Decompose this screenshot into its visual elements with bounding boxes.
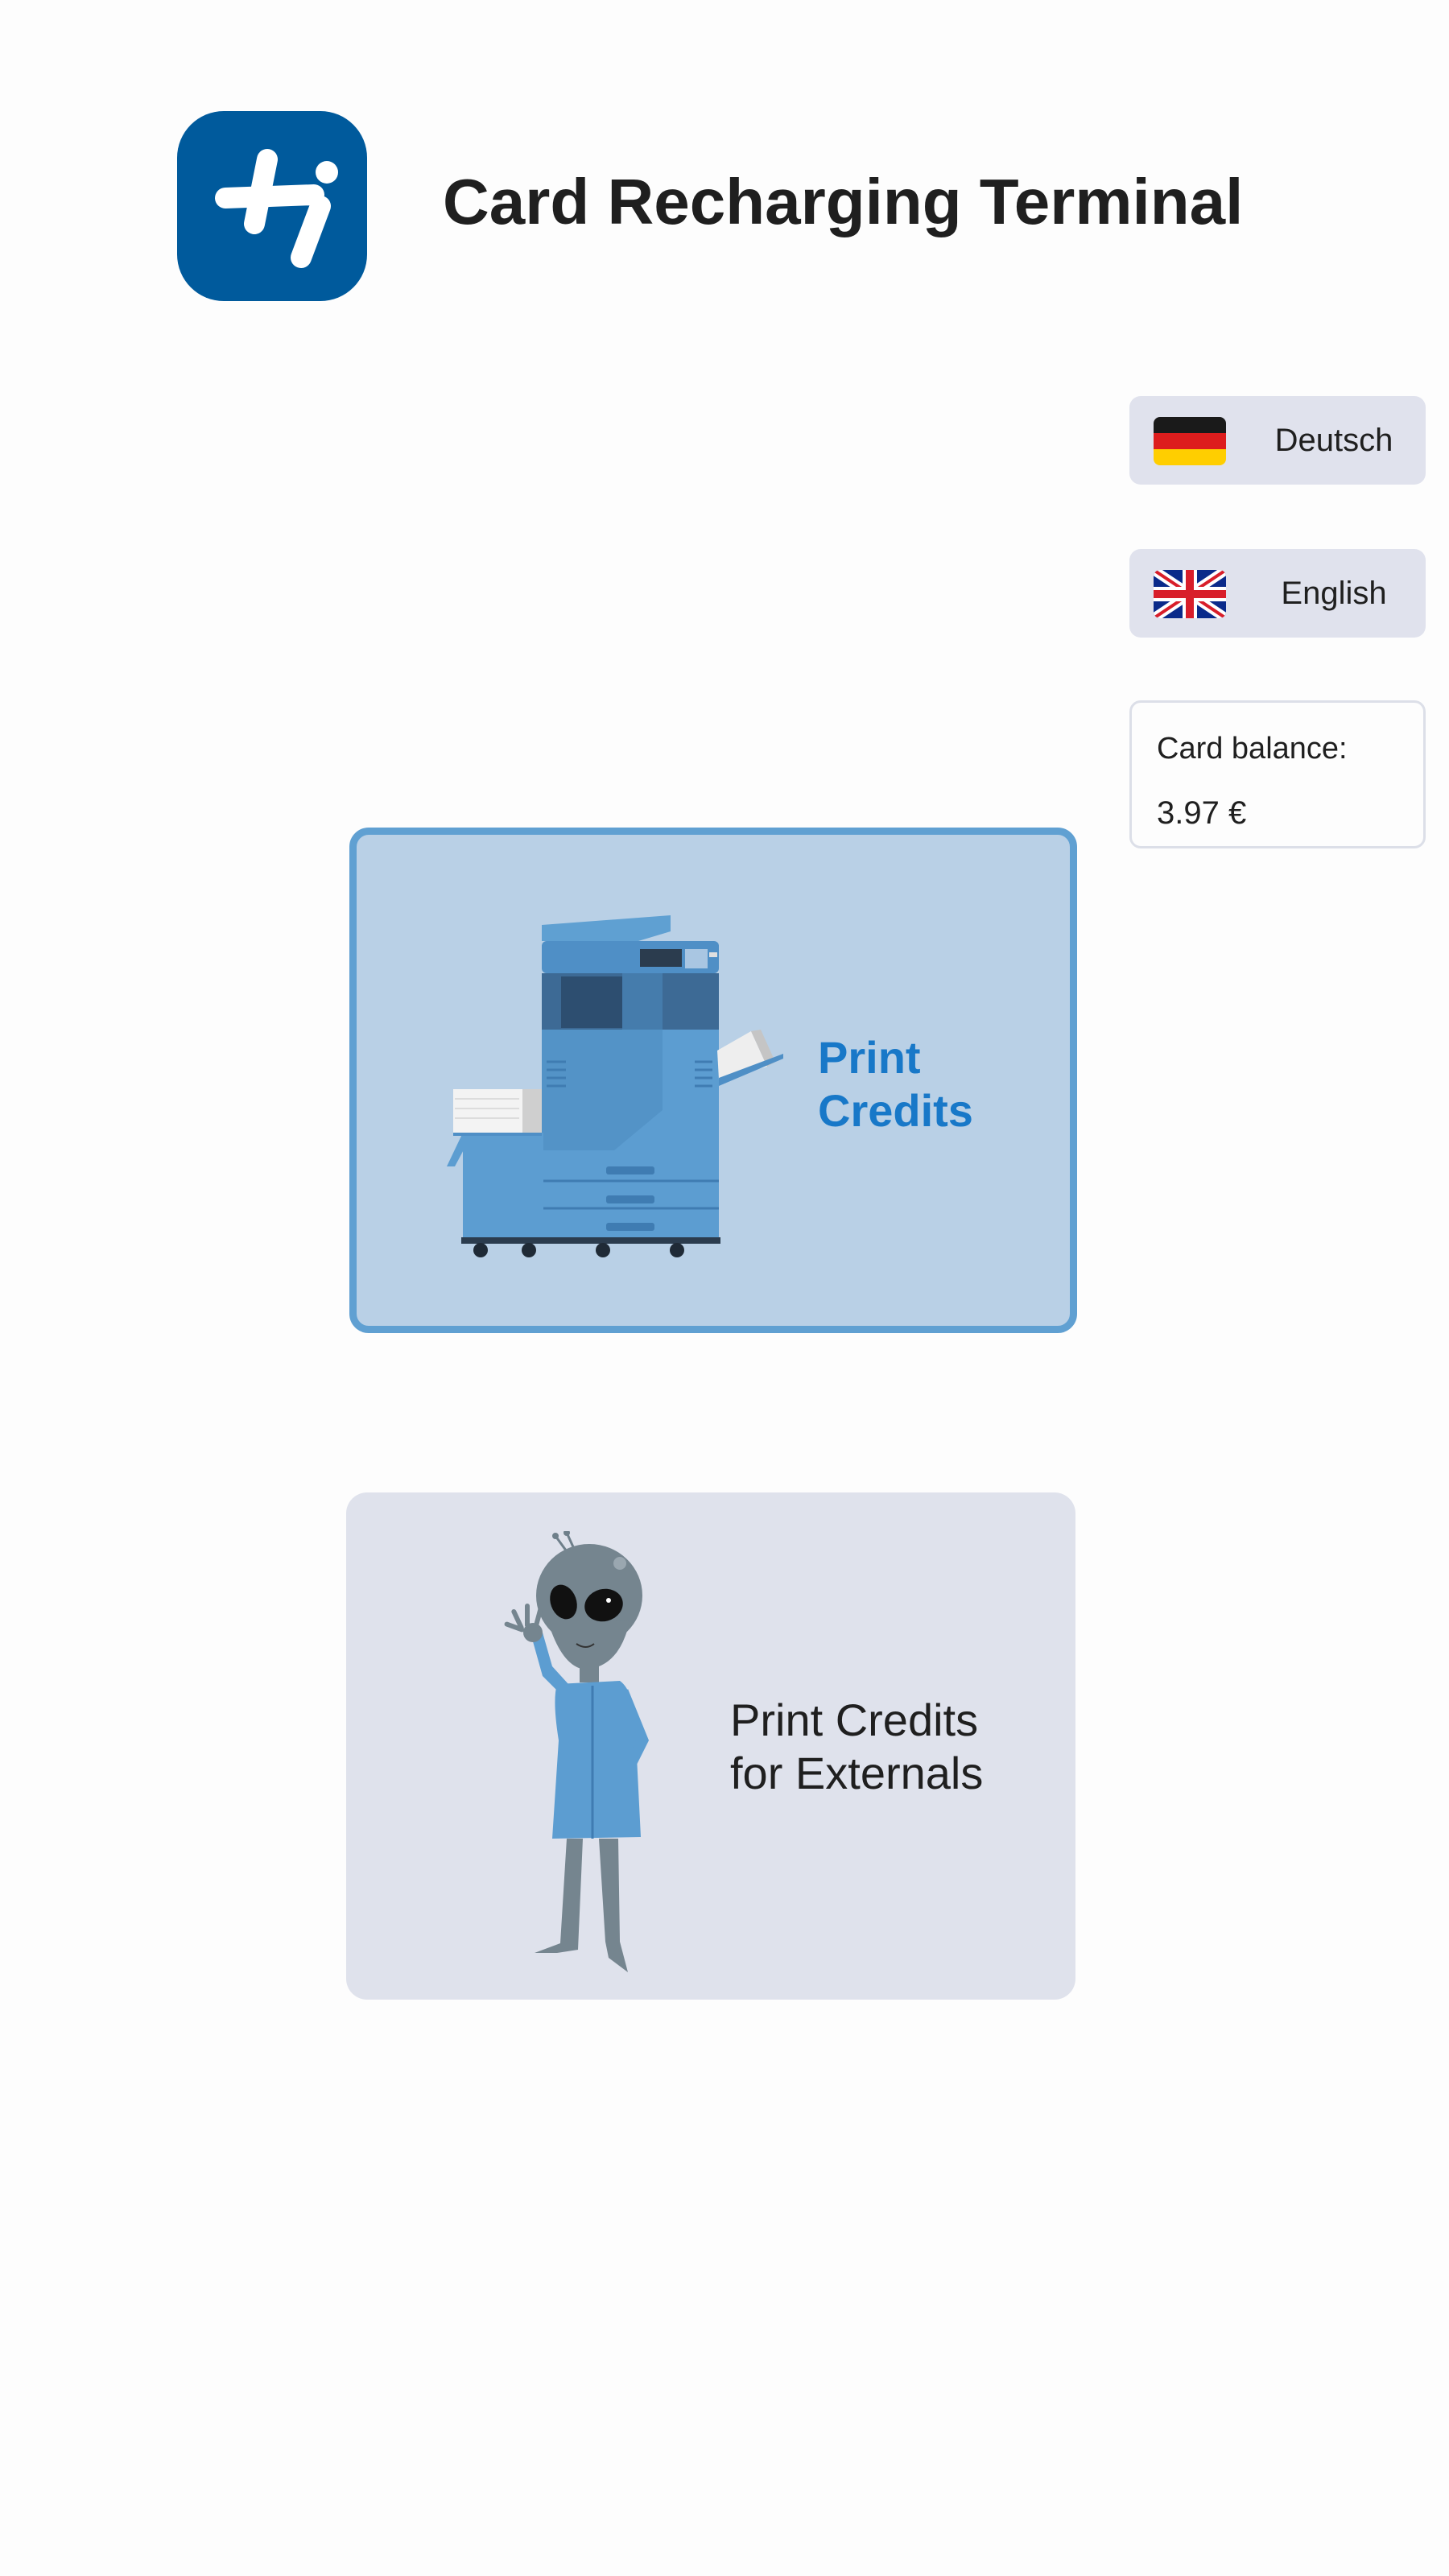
card-balance-label: Card balance: [1157, 732, 1348, 766]
language-button-deutsch[interactable]: Deutsch [1129, 396, 1426, 485]
print-credits-externals-label: Print Credits for Externals [730, 1695, 984, 1798]
page-title: Card Recharging Terminal [443, 166, 1244, 237]
germany-flag-icon [1154, 417, 1226, 465]
printer-icon [447, 915, 783, 1257]
card-balance-box: Card balance: 3.97 € [1129, 700, 1426, 848]
alien-icon [504, 1531, 649, 1972]
language-button-english[interactable]: English [1129, 549, 1426, 638]
language-label: English [1281, 575, 1387, 611]
university-logo-icon [215, 149, 338, 268]
logo [177, 111, 367, 301]
uk-flag-icon [1154, 570, 1226, 618]
print-credits-externals-option[interactable]: Print Credits for Externals [346, 1492, 1075, 2000]
language-label: Deutsch [1274, 422, 1393, 458]
card-balance-value: 3.97 € [1157, 795, 1247, 831]
print-credits-option[interactable]: Print Credits [349, 828, 1077, 1333]
print-credits-label: Print Credits [818, 1032, 973, 1136]
